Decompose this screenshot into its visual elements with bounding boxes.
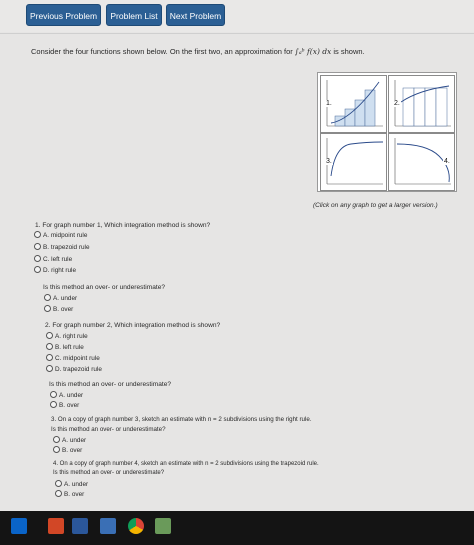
q2-option-a[interactable]: A. right rule: [46, 332, 88, 340]
word-icon[interactable]: [72, 518, 88, 534]
q2b-option-a-label: A. under: [59, 392, 84, 399]
question-3: 3. On a copy of graph number 3, sketch a…: [51, 416, 312, 423]
radio-icon[interactable]: [34, 243, 41, 250]
q2-option-b-label: B. left rule: [55, 344, 84, 351]
question-1b: Is this method an over- or underestimate…: [43, 284, 166, 291]
q2-option-d[interactable]: D. trapezoid rule: [46, 365, 102, 373]
q1-option-b-label: B. trapezoid rule: [43, 244, 90, 251]
q2-option-c[interactable]: C. midpoint rule: [46, 354, 100, 362]
outlook-icon[interactable]: [11, 518, 27, 534]
radio-icon[interactable]: [46, 343, 53, 350]
q4-option-b-label: B. over: [64, 491, 85, 498]
q2b-option-b[interactable]: B. over: [50, 401, 79, 409]
q1b-option-b[interactable]: B. over: [44, 305, 73, 313]
question-3-sub: Is this method an over- or underestimate…: [51, 426, 166, 433]
radio-icon[interactable]: [55, 490, 62, 497]
q2-option-d-label: D. trapezoid rule: [55, 366, 102, 373]
graph-caption: (Click on any graph to get a larger vers…: [313, 202, 438, 209]
question-4-sub: Is this method an over- or underestimate…: [53, 470, 165, 476]
radio-icon[interactable]: [53, 436, 60, 443]
graph-3-label: 3.: [325, 158, 333, 165]
next-problem-button[interactable]: Next Problem: [166, 4, 225, 26]
q2b-option-b-label: B. over: [59, 402, 80, 409]
graph-3[interactable]: 3.: [320, 133, 387, 191]
radio-icon[interactable]: [50, 391, 57, 398]
graph-2[interactable]: 2.: [388, 75, 455, 133]
radio-icon[interactable]: [34, 231, 41, 238]
q3-option-a-label: A. under: [62, 437, 87, 444]
q2-option-a-label: A. right rule: [55, 333, 88, 340]
q1-option-b[interactable]: B. trapezoid rule: [34, 243, 90, 251]
q2-option-b[interactable]: B. left rule: [46, 343, 84, 351]
radio-icon[interactable]: [46, 332, 53, 339]
radio-icon[interactable]: [50, 401, 57, 408]
graph-grid: 1. 2. 3. 4.: [317, 72, 457, 192]
q1-option-c-label: C. left rule: [43, 256, 73, 263]
taskbar: [0, 511, 474, 545]
graph-4[interactable]: 4.: [388, 133, 455, 191]
integral-expression: ∫ₐᵇ f(x) dx: [294, 47, 332, 56]
powerpoint-icon[interactable]: [48, 518, 64, 534]
problem-list-button[interactable]: Problem List: [106, 4, 162, 26]
prompt-text-end: is shown.: [333, 47, 365, 56]
q3-option-b[interactable]: B. over: [53, 446, 82, 454]
q2b-option-a[interactable]: A. under: [50, 391, 83, 399]
q4-option-a[interactable]: A. under: [55, 480, 88, 488]
radio-icon[interactable]: [46, 365, 53, 372]
divider: [0, 33, 474, 34]
prompt-text: Consider the four functions shown below.…: [31, 47, 293, 56]
graph-1[interactable]: 1.: [320, 75, 387, 133]
question-2b: Is this method an over- or underestimate…: [49, 381, 172, 388]
q1-option-a[interactable]: A. midpoint rule: [34, 231, 87, 239]
question-2: 2. For graph number 2, Which integration…: [45, 322, 221, 329]
q2-option-c-label: C. midpoint rule: [55, 355, 100, 362]
problem-nav-bar: Previous Problem Problem List Next Probl…: [0, 0, 474, 32]
chrome-icon[interactable]: [128, 518, 144, 534]
question-4: 4. On a copy of graph number 4, sketch a…: [53, 461, 319, 467]
radio-icon[interactable]: [46, 354, 53, 361]
graph-2-label: 2.: [393, 100, 401, 107]
q4-option-b[interactable]: B. over: [55, 490, 84, 498]
q1-option-d-label: D. right rule: [43, 267, 77, 274]
problem-prompt: Consider the four functions shown below.…: [31, 47, 365, 56]
radio-icon[interactable]: [53, 446, 60, 453]
radio-icon[interactable]: [34, 255, 41, 262]
q1-option-a-label: A. midpoint rule: [43, 232, 88, 239]
graph-1-label: 1.: [325, 100, 333, 107]
app-grid-icon[interactable]: [155, 518, 171, 534]
question-1: 1. For graph number 1, Which integration…: [35, 222, 211, 229]
q4-option-a-label: A. under: [64, 481, 89, 488]
q1-option-c[interactable]: C. left rule: [34, 255, 72, 263]
radio-icon[interactable]: [34, 266, 41, 273]
q1b-option-a[interactable]: A. under: [44, 294, 77, 302]
graph-4-label: 4.: [443, 158, 451, 165]
previous-problem-button[interactable]: Previous Problem: [26, 4, 101, 26]
radio-icon[interactable]: [55, 480, 62, 487]
q3-option-b-label: B. over: [62, 447, 83, 454]
q1-option-d[interactable]: D. right rule: [34, 266, 76, 274]
q1b-option-b-label: B. over: [53, 306, 74, 313]
radio-icon[interactable]: [44, 294, 51, 301]
radio-icon[interactable]: [44, 305, 51, 312]
app-icon[interactable]: [100, 518, 116, 534]
q3-option-a[interactable]: A. under: [53, 436, 86, 444]
q1b-option-a-label: A. under: [53, 295, 78, 302]
